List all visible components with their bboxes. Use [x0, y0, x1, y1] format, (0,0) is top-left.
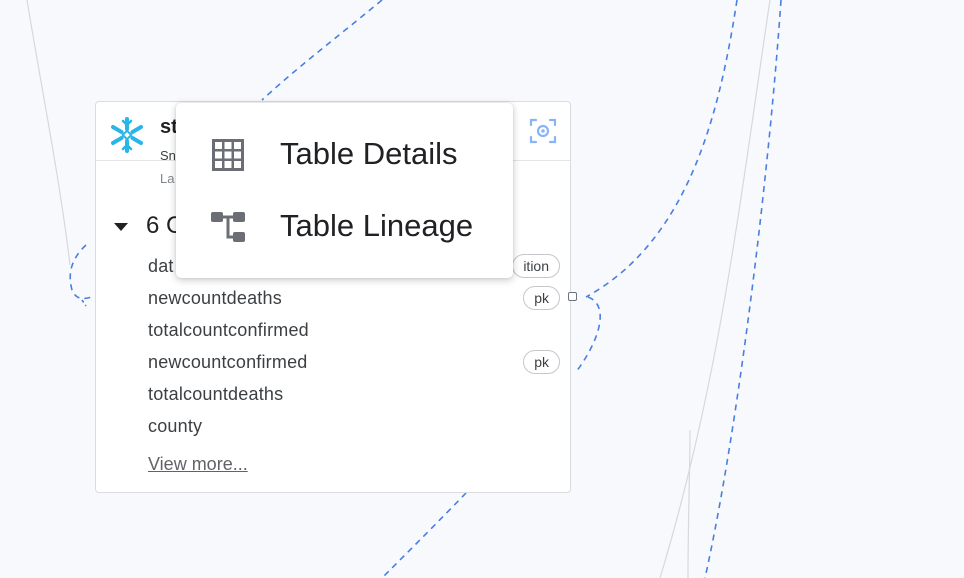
column-badge: pk: [523, 286, 560, 310]
table-source: Sn: [160, 148, 176, 163]
column-name: dat: [148, 256, 174, 276]
column-row[interactable]: county: [148, 412, 560, 442]
lineage-edge: [69, 244, 95, 300]
column-row[interactable]: newcountdeaths pk: [148, 284, 560, 314]
column-name: newcountdeaths: [148, 288, 282, 308]
table-meta: La: [160, 171, 175, 186]
lineage-edge: [381, 492, 467, 578]
menu-label: Table Details: [280, 136, 458, 171]
focus-icon[interactable]: [528, 116, 558, 146]
menu-item-table-lineage[interactable]: Table Lineage: [176, 193, 513, 257]
column-row[interactable]: totalcountconfirmed: [148, 316, 560, 346]
column-badge: ition: [512, 254, 560, 278]
edge-port-handle[interactable]: [568, 292, 577, 301]
column-name: totalcountconfirmed: [148, 320, 309, 340]
snowflake-icon: [111, 117, 143, 153]
gray-edge: [26, 0, 71, 266]
lineage-icon: [211, 212, 245, 242]
caret-down-icon: [114, 223, 128, 231]
menu-item-table-details[interactable]: Table Details: [176, 121, 513, 185]
gray-edge: [687, 429, 691, 578]
gray-edge: [659, 0, 771, 578]
view-more-link[interactable]: View more...: [148, 454, 248, 475]
context-menu: Table Details Table Lineage: [176, 103, 513, 278]
lineage-edge: [585, 0, 738, 298]
lineage-edge: [261, 0, 383, 101]
column-name: county: [148, 416, 203, 436]
column-row[interactable]: newcountconfirmed pk: [148, 348, 560, 378]
table-grid-icon: [212, 139, 244, 171]
lineage-edge: [704, 0, 782, 578]
lineage-edge: [81, 299, 87, 307]
column-name: newcountconfirmed: [148, 352, 308, 372]
column-name: totalcountdeaths: [148, 384, 284, 404]
column-row[interactable]: totalcountdeaths: [148, 380, 560, 410]
lineage-edge: [575, 296, 601, 373]
column-badge: pk: [523, 350, 560, 374]
menu-label: Table Lineage: [280, 208, 474, 243]
